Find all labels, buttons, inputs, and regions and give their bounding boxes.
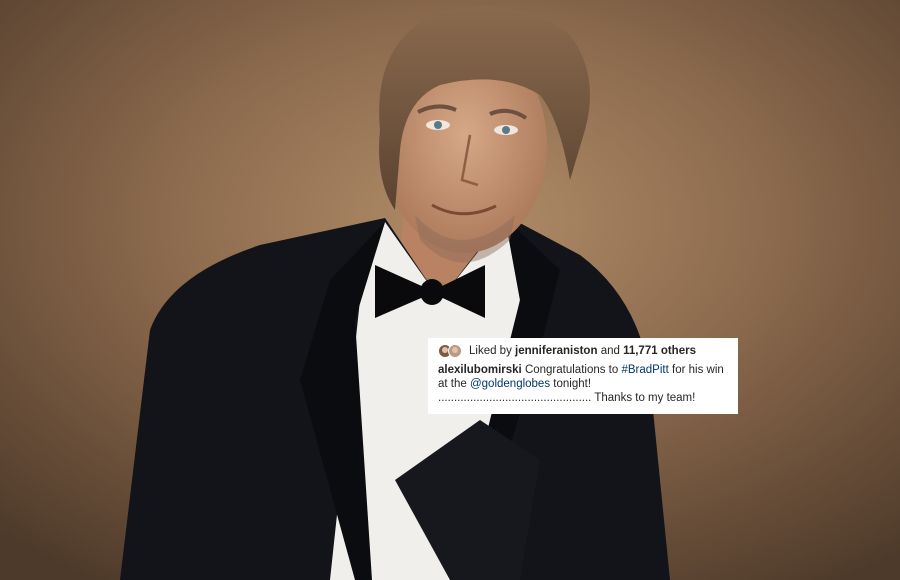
caption-text-part-1: Congratulations to	[524, 364, 619, 376]
likes-prefix: Liked by	[469, 345, 512, 357]
likes-count[interactable]: 11,771 others	[623, 344, 696, 358]
likes-row[interactable]: Liked by jenniferaniston and 11,771 othe…	[438, 343, 728, 359]
post-caption-card: Liked by jenniferaniston and 11,771 othe…	[428, 338, 738, 414]
liker-avatar-icon-2[interactable]	[448, 344, 462, 358]
post-photo	[0, 0, 900, 580]
mention-link[interactable]: @goldenglobes	[470, 378, 550, 390]
hashtag-link[interactable]: #BradPitt	[621, 364, 668, 376]
liker-avatars[interactable]	[438, 344, 464, 358]
caption-username[interactable]: alexilubomirski	[438, 364, 522, 376]
liker-username[interactable]: jenniferaniston	[515, 344, 597, 358]
caption-text: alexilubomirski Congratulations to #Brad…	[438, 363, 728, 405]
likes-conjunction: and	[600, 345, 620, 357]
